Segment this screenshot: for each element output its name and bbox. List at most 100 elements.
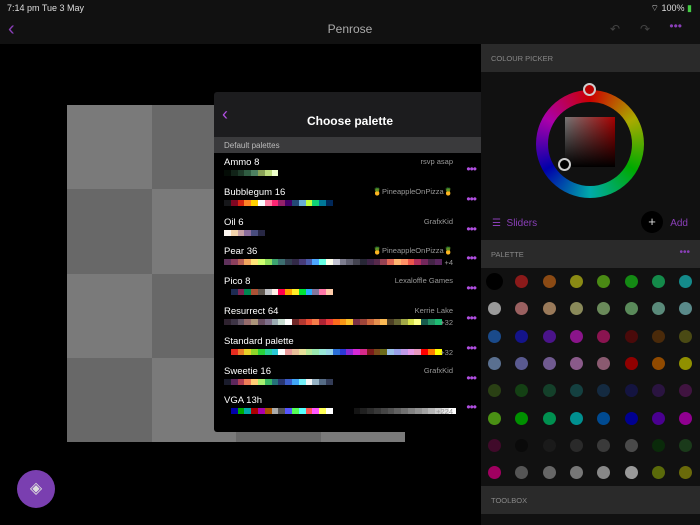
palette-colour[interactable] [542,411,556,425]
palette-colour[interactable] [542,275,556,288]
palette-colour[interactable] [542,466,556,480]
palette-colour[interactable] [515,411,529,425]
palette-colour[interactable] [488,356,501,370]
add-colour-button[interactable]: + [641,211,663,233]
palette-colour[interactable] [597,438,611,452]
palette-colour[interactable] [569,329,583,343]
palette-row[interactable]: Ammo 8 rsvp asap ••• [214,153,486,183]
palette-colour[interactable] [488,384,501,398]
palette-colour[interactable] [569,384,583,398]
palette-options-icon[interactable]: ••• [466,311,477,325]
more-icon[interactable]: ••• [669,19,682,33]
palette-colour[interactable] [515,302,529,316]
palette-colour[interactable] [488,466,501,480]
palette-colour[interactable] [679,466,693,480]
palette-row[interactable]: Oil 6 GrafxKid ••• [214,213,486,243]
palette-colour[interactable] [679,384,693,398]
palette-colour[interactable] [488,411,501,425]
swatch [319,408,326,415]
palette-options-icon[interactable]: ••• [466,371,477,385]
swatch [224,259,231,266]
palette-options-icon[interactable]: ••• [466,400,477,414]
palette-row[interactable]: Pear 36 🍍PineappleOnPizza🍍 ••• +4 [214,242,486,272]
palette-colour[interactable] [542,329,556,343]
sliders-button[interactable]: ☰ Sliders [492,218,537,229]
palette-colour[interactable] [486,273,503,290]
palette-row[interactable]: Standard palette ••• +32 [214,332,486,362]
palette-colour[interactable] [569,356,583,370]
swatch [264,378,272,385]
palette-colour[interactable] [651,411,665,425]
palette-colour[interactable] [569,411,583,425]
palette-colour[interactable] [569,466,583,480]
palette-colour[interactable] [569,438,583,452]
palette-colour[interactable] [679,329,693,343]
swatch [237,170,245,176]
palette-colour[interactable] [542,356,556,370]
palette-colour[interactable] [679,411,693,425]
palette-colour[interactable] [651,384,665,398]
palette-colour[interactable] [597,411,611,425]
palette-colour[interactable] [679,438,693,452]
colour-knob[interactable] [558,158,571,171]
palette-options-icon[interactable]: ••• [466,341,477,355]
palette-colour[interactable] [542,384,556,398]
palette-row[interactable]: Bubblegum 16 🍍PineappleOnPizza🍍 ••• [214,183,486,213]
palette-colour[interactable] [624,384,638,398]
palette-options-icon[interactable]: ••• [466,162,477,176]
palette-colour[interactable] [515,466,529,480]
palette-colour[interactable] [597,329,611,343]
palette-colour[interactable] [597,384,611,398]
palette-colour[interactable] [624,438,638,452]
palette-options-icon[interactable]: ••• [466,222,477,236]
palette-row[interactable]: Sweetie 16 GrafxKid ••• [214,362,486,392]
palette-more-icon[interactable]: ••• [679,247,690,258]
palette-colour[interactable] [597,466,611,480]
palette-colour[interactable] [597,356,611,370]
palette-options-icon[interactable]: ••• [466,192,477,206]
hue-knob[interactable] [583,83,596,96]
palette-colour[interactable] [679,302,693,316]
layers-button[interactable]: ◈ [17,470,55,508]
palette-colour[interactable] [651,356,665,370]
palette-colour[interactable] [651,275,665,288]
palette-colour[interactable] [679,275,693,288]
palette-row[interactable]: VGA 13h ••• +224 [214,391,486,421]
undo-icon[interactable]: ↶ [610,22,620,36]
palette-colour[interactable] [651,329,665,343]
palette-options-icon[interactable]: ••• [466,281,477,295]
palette-colour[interactable] [597,275,611,288]
palette-colour[interactable] [569,302,583,316]
palette-colour[interactable] [597,302,611,316]
palette-colour[interactable] [542,302,556,316]
palette-colour[interactable] [624,302,638,316]
palette-colour[interactable] [542,438,556,452]
palette-colour[interactable] [515,275,529,288]
palette-colour[interactable] [624,356,638,370]
palette-colour[interactable] [515,356,529,370]
palette-colour[interactable] [651,302,665,316]
palette-colour[interactable] [651,438,665,452]
saturation-square[interactable] [565,117,615,167]
palette-colour[interactable] [624,329,638,343]
palette-colour[interactable] [488,329,501,343]
palette-options-icon[interactable]: ••• [466,251,477,265]
swatch [257,289,265,296]
palette-colour[interactable] [679,356,693,370]
palette-colour[interactable] [488,438,501,452]
palette-colour[interactable] [515,384,529,398]
palette-colour[interactable] [569,275,583,288]
add-label[interactable]: Add [670,218,688,229]
swatch [230,170,238,176]
palette-row[interactable]: Resurrect 64 Kerrie Lake ••• +32 [214,302,486,332]
palette-colour[interactable] [515,329,529,343]
palette-row[interactable]: Pico 8 Lexaloffle Games ••• [214,272,486,302]
palette-colour[interactable] [488,302,501,316]
document-title: Penrose [327,22,373,36]
palette-colour[interactable] [624,275,638,288]
redo-icon[interactable]: ↷ [640,22,650,36]
palette-colour[interactable] [624,466,638,480]
palette-colour[interactable] [515,438,529,452]
palette-colour[interactable] [651,466,665,480]
palette-colour[interactable] [624,411,638,425]
